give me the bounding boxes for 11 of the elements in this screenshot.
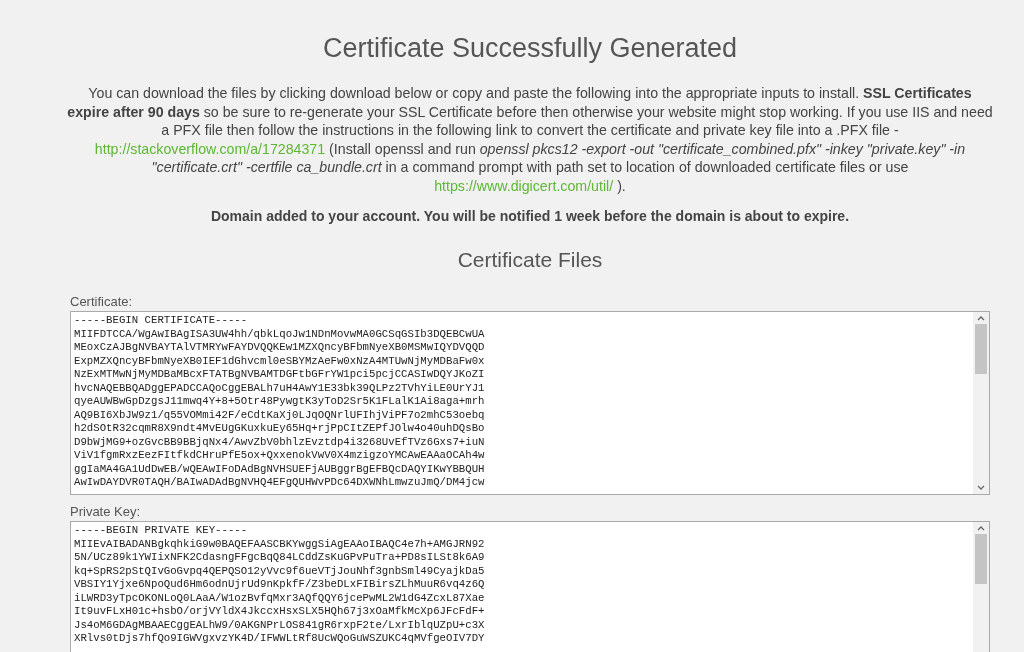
scroll-thumb[interactable] [975, 324, 987, 374]
page-title: Certificate Successfully Generated [321, 33, 739, 64]
section-heading: Certificate Files [456, 248, 604, 272]
field-label: Private Key: [70, 504, 142, 519]
text-area[interactable]: -----BEGIN PRIVATE KEY----- MIIEvAIBADANBgkqhkiG9w0BAQEFAASCBKYwggSiAgEAAoIBAQC4e7h+AMGJRN92 5N/UCz89k1YWIixNFK2CdasngFFgcBqQ84LCddZsKuGPvPuTra+PD8sILSt8k6A9 kq+SpRS2pStQIvGoGvpq4QEPQSO12yVvc9f6ueVTjJouNhf3gnbSml49CyajkDa5 VBSIY1Yjxe6NpoQud6Hm6odnUjrUd9nKpkfF/Z3beDLxFIBirsZLhMuuR6vq4z6Q iLWRD3yTpcOKONLoQ0LAaA/W1ozBvfqMxr3AQfQQY6jcePwML2W1dG4ZcxL87Xae It9uvFLxH01c+hsbO/orjVYldX4JkccxHsxSLX5HQh67j3xOaMfkMcXp6JFcFdF+ Js4oM6GDAgMBAAECggEALhW9/0AKGNPrLOS841gR6rxpF2te/LxrIblqUZpU+c3X XRlvs0tDjs7hfQo9IGWVgxvzYK4D/IFWWLtRf8UcWQoGuWSZUKC4qMVfgeOIV7DY [70, 521, 990, 652]
scroll-thumb[interactable] [975, 534, 987, 584]
domain-notice: Domain added to your account. You will be notified 1 week before the domain is about to expire. [209, 208, 851, 224]
field-label: Certificate: [70, 294, 134, 309]
instructions-paragraph: You can download the files by clicking download below or copy and paste the following into the appropriate inputs to install. SSL Certificates expire after 90 days so be sure to re-generate your SSL Certificate before then otherwise your website might stop working. If you use IIS and need a PFX file then follow the instructions in the following link to convert the certificate and private key file into a .PFX file - http://stackoverflow.com/a/17284371 (Install openssl and run openssl pkcs12 -export -out "certificate_combined.pfx" -inkey "private.key" -in "certificate.crt" -certfile ca_bundle.crt in a command prompt with path set to location of downloaded certificate files or use https://www.digicert.com/util/ ). [66, 84, 994, 195]
text-area[interactable]: -----BEGIN CERTIFICATE----- MIIFDTCCA/WgAwIBAgISA3UW4hh/qbkLqoJw1NDnMovwMA0GCSqGSIb3DQEBCwUA MEoxCzAJBgNVBAYTAlVTMRYwFAYDVQQKEw1MZXQncyBFbmNyeXB0MSMwIQYDVQQD ExpMZXQncyBFbmNyeXB0IEF1dGhvcml0eSBYMzAeFw0xNzA4MTUwNjMyMDBaFw0x NzExMTMwNjMyMDBaMBcxFTATBgNVBAMTDGFtbGFrYW1pci5pcjCCASIwDQYJKoZI hvcNAQEBBQADggEPADCCAQoCggEBALh7uH4AwY1E33bk39QLPz2TVhYiLE0UrYJ1 qyeAUWBwGpDzgsJ11mwq4Y+8+5Otr48PywgtK3yToD2Sr5K1FLalK1Ai8aga+mrh AQ9BI6XbJW9z1/q55VOMmi42F/eCdtKaXj0LJqOQNrlUFIhjViPF7o2mhC53oebq h2dSOtR32cqmR8X9ndt4MvEUgGKuxkuEy65Hq+rjPpCItZEPfJOlw4o40uhDQsBo D9bWjMG9+ozGvcBB9BBjqNx4/AwvZbV0bhlzEvztdp4i3268UvEfTVz6Gxs7+iuN ViV1fgmRxzEezFItfkdCHruPfE5ox+QxxenokVwV0X4mzigzoYMCAwEAAaOCAh4w ggIaMA4GA1UdDwEB/wQEAwIFoDAdBgNVHSUEFjAUBggrBgEFBQcDAQYIKwYBBQUH AwIwDAYDVR0TAQH/BAIwADAdBgNVHQ4EFgQUHWvPDc64DXWNhLmwzuJmQ/DM4jcw [70, 311, 990, 495]
scrollbar[interactable] [973, 312, 989, 494]
